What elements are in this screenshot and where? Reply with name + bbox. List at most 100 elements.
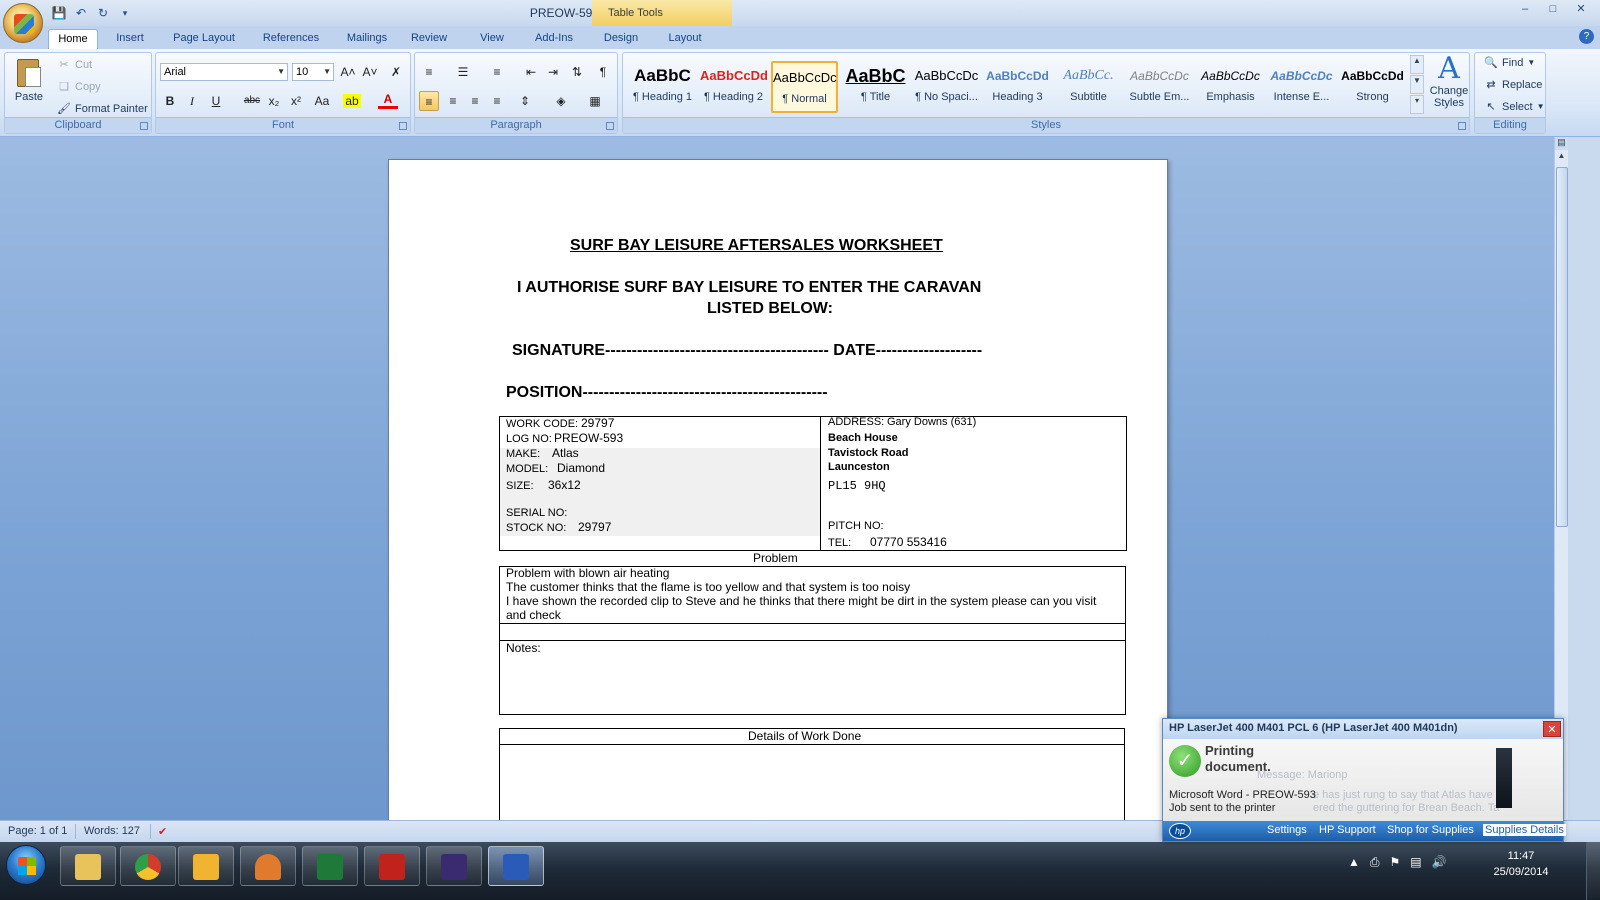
taskbar-adobe-reader[interactable] (364, 846, 420, 886)
close-icon[interactable]: ✕ (1543, 721, 1561, 737)
style-strong[interactable]: AaBbCcDd Strong (1339, 61, 1406, 113)
gallery-up-icon[interactable]: ▲ (1410, 55, 1424, 74)
align-center-icon[interactable]: ≡ (443, 91, 463, 111)
format-painter-button[interactable]: 🖌 Format Painter (57, 102, 148, 116)
scroll-up-icon[interactable]: ▲ (1555, 151, 1568, 165)
start-button[interactable] (6, 845, 46, 885)
change-case-button[interactable]: Aa (310, 91, 334, 111)
replace-button[interactable]: ⇄ Replace (1484, 78, 1542, 92)
paste-button[interactable]: Paste (11, 57, 47, 115)
decrease-indent-icon[interactable]: ⇤ (521, 62, 541, 82)
minimize-button[interactable]: – (1512, 2, 1538, 18)
scrollbar-thumb[interactable] (1556, 167, 1568, 527)
clock[interactable]: 11:47 25/09/2014 (1486, 848, 1556, 880)
taskbar-outlook[interactable] (178, 846, 234, 886)
numbering-icon[interactable]: ☰ (453, 62, 473, 82)
show-desktop-button[interactable] (1586, 842, 1600, 900)
font-color-icon[interactable]: A (378, 91, 398, 109)
shrink-font-button[interactable]: A˅ (360, 62, 380, 82)
line-spacing-icon[interactable]: ⇕ (515, 91, 535, 111)
tab-page-layout[interactable]: Page Layout (164, 29, 244, 49)
clipboard-launcher-icon[interactable] (140, 122, 148, 130)
action-center-flag-icon[interactable]: ⚑ (1390, 855, 1401, 870)
subscript-button[interactable]: x₂ (264, 91, 284, 111)
shading-icon[interactable]: ◈ (551, 91, 571, 111)
copy-button[interactable]: ❏ Copy (57, 80, 101, 94)
ghost-message-title: Message: Marionp (1257, 769, 1348, 781)
tab-design[interactable]: Design (594, 29, 648, 49)
underline-button[interactable]: U (206, 91, 226, 111)
tab-home[interactable]: Home (48, 29, 98, 49)
font-launcher-icon[interactable] (399, 122, 407, 130)
taskbar-calendar-app[interactable] (426, 846, 482, 886)
taskbar-contacts[interactable] (240, 846, 296, 886)
taskbar-explorer[interactable] (60, 846, 116, 886)
paragraph-launcher-icon[interactable] (606, 122, 614, 130)
italic-button[interactable]: I (182, 91, 202, 111)
clear-formatting-icon[interactable]: ✗ (386, 62, 406, 82)
highlight-icon[interactable]: ab (342, 91, 362, 111)
hp-settings-link[interactable]: Settings (1267, 824, 1307, 836)
hp-support-link[interactable]: HP Support (1319, 824, 1376, 836)
styles-launcher-icon[interactable] (1458, 122, 1466, 130)
superscript-button[interactable]: x² (286, 91, 306, 111)
style-no-spacing[interactable]: AaBbCcDc ¶ No Spaci... (913, 61, 980, 113)
style-heading-3[interactable]: AaBbCcDd Heading 3 (984, 61, 1051, 113)
hp-supplies-details-link[interactable]: Supplies Details (1483, 824, 1566, 836)
tab-layout[interactable]: Layout (658, 29, 712, 49)
tab-references[interactable]: References (254, 29, 328, 49)
tab-add-ins[interactable]: Add-Ins (526, 29, 582, 49)
increase-indent-icon[interactable]: ⇥ (543, 62, 563, 82)
tab-review[interactable]: Review (406, 29, 452, 49)
notes-box[interactable] (499, 640, 1126, 715)
style-subtle-emphasis[interactable]: AaBbCcDc Subtle Em... (1126, 61, 1193, 113)
sort-icon[interactable]: ⇅ (567, 62, 587, 82)
bold-button[interactable]: B (160, 91, 180, 111)
justify-icon[interactable]: ≡ (487, 91, 507, 111)
page-count[interactable]: Page: 1 of 1 (8, 825, 67, 837)
style-heading-1[interactable]: AaBbC ¶ Heading 1 (629, 61, 696, 113)
hp-shop-supplies-link[interactable]: Shop for Supplies (1387, 824, 1474, 836)
style-subtitle[interactable]: AaBbCc. Subtitle (1055, 61, 1122, 113)
printer-icon[interactable]: ⎙ (1370, 855, 1380, 870)
taskbar-chrome[interactable] (120, 846, 176, 886)
gallery-down-icon[interactable]: ▼ (1410, 75, 1424, 94)
font-size-combo[interactable]: 10 ▼ (292, 63, 334, 81)
proofing-icon[interactable]: ✔ (158, 825, 167, 838)
style-intense-emphasis[interactable]: AaBbCcDc Intense E... (1268, 61, 1335, 113)
grow-font-button[interactable]: A˄ (338, 62, 358, 82)
borders-icon[interactable]: ▦ (585, 91, 605, 111)
style-heading-2[interactable]: AaBbCcDd ¶ Heading 2 (700, 61, 767, 113)
taskbar-excel[interactable] (302, 846, 358, 886)
show-hidden-icons-icon[interactable]: ▲ (1348, 855, 1360, 870)
show-formatting-icon[interactable]: ¶ (593, 62, 613, 82)
multilevel-list-icon[interactable]: ≡ (487, 62, 507, 82)
taskbar-word[interactable] (488, 846, 544, 886)
style-normal[interactable]: AaBbCcDc ¶ Normal (771, 61, 838, 113)
find-button[interactable]: 🔍 Find ▼ (1484, 56, 1535, 70)
style-emphasis[interactable]: AaBbCcDc Emphasis (1197, 61, 1264, 113)
cut-button[interactable]: ✂ Cut (57, 58, 92, 72)
word-count[interactable]: Words: 127 (84, 825, 140, 837)
select-button[interactable]: ↖ Select ▼ (1484, 100, 1544, 114)
close-button[interactable]: ✕ (1568, 2, 1594, 18)
change-styles-button[interactable]: A Change Styles (1428, 53, 1470, 110)
help-icon[interactable]: ? (1579, 29, 1594, 44)
tab-mailings[interactable]: Mailings (338, 29, 396, 49)
tab-insert[interactable]: Insert (106, 29, 154, 49)
ruler-toggle-icon[interactable]: ▤ (1555, 137, 1568, 150)
align-right-icon[interactable]: ≡ (465, 91, 485, 111)
gallery-more-icon[interactable]: ▾ (1410, 95, 1424, 114)
volume-icon[interactable]: 🔊 (1432, 855, 1447, 870)
font-name-combo[interactable]: Arial ▼ (160, 63, 288, 81)
align-left-icon[interactable]: ≡ (419, 91, 439, 111)
bullets-icon[interactable]: ≡ (419, 62, 439, 82)
restore-button[interactable]: □ (1540, 2, 1566, 18)
work-done-box[interactable] (499, 744, 1125, 820)
network-icon[interactable]: ▤ (1410, 855, 1421, 870)
strikethrough-button[interactable]: abc (240, 91, 264, 111)
document-page[interactable]: SURF BAY LEISURE AFTERSALES WORKSHEET I … (388, 159, 1168, 820)
tab-view[interactable]: View (470, 29, 514, 49)
style-title[interactable]: AaBbC ¶ Title (842, 61, 909, 113)
office-button[interactable] (3, 3, 43, 43)
